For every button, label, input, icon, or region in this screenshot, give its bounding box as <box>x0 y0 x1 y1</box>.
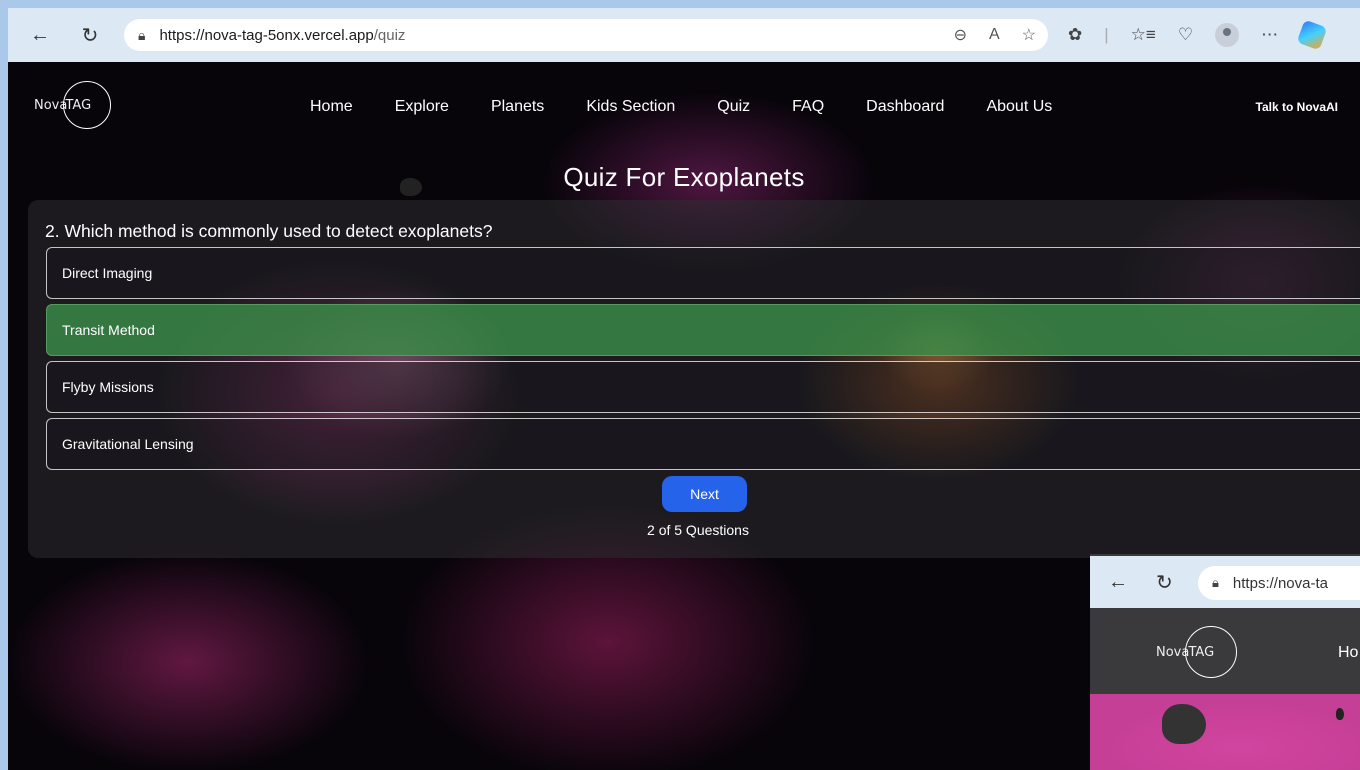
nav-dashboard[interactable]: Dashboard <box>866 98 944 116</box>
extensions-icon[interactable]: ✿ <box>1068 25 1082 45</box>
nested-screenshot-overlay: ← ↻ 🔒︎ https://nova-ta Nova TAG Ho <box>1090 554 1360 770</box>
nav-links: Home Explore Planets Kids Section Quiz F… <box>310 98 1094 116</box>
nested-logo-circle: TAG <box>1185 626 1238 678</box>
question-progress: 2 of 5 Questions <box>647 522 749 538</box>
nested-nav-fragment: Ho <box>1338 644 1359 661</box>
url-path: /quiz <box>373 26 406 44</box>
nested-address-bar: 🔒︎ https://nova-ta <box>1198 566 1360 600</box>
logo-text-nova: Nova <box>34 97 68 113</box>
answer-option[interactable]: Gravitational Lensing <box>46 418 1360 470</box>
back-arrow-icon[interactable]: ← <box>22 17 58 53</box>
answer-option[interactable]: Direct Imaging <box>46 247 1360 299</box>
nested-asteroid-small <box>1336 708 1344 720</box>
favorite-star-icon[interactable]: ☆ <box>1022 25 1036 45</box>
address-bar[interactable]: 🔒︎ https://nova-tag-5onx.vercel.app/quiz… <box>124 19 1048 51</box>
nav-quiz[interactable]: Quiz <box>717 98 750 116</box>
nav-about-us[interactable]: About Us <box>986 98 1052 116</box>
profile-icon[interactable] <box>1215 23 1240 47</box>
logo-text-tag: TAG <box>65 97 92 113</box>
read-aloud-icon[interactable]: A⁩ <box>989 26 1000 44</box>
lock-icon[interactable]: 🔒︎ <box>138 27 145 44</box>
nav-kids-section[interactable]: Kids Section <box>586 98 675 116</box>
nested-logo: Nova TAG <box>1156 626 1238 678</box>
favorites-icon[interactable]: ☆≡ <box>1131 25 1156 45</box>
refresh-icon[interactable]: ↻ <box>72 17 108 53</box>
nested-lock-icon: 🔒︎ <box>1212 575 1219 590</box>
nav-faq[interactable]: FAQ <box>792 98 824 116</box>
question-text: 2. Which method is commonly used to dete… <box>45 221 493 241</box>
quiz-card: 2. Which method is commonly used to dete… <box>28 200 1360 558</box>
nav-home[interactable]: Home <box>310 98 353 116</box>
browser-essentials-icon[interactable]: ♡ <box>1178 25 1193 45</box>
nested-refresh-icon: ↻ <box>1156 571 1173 594</box>
toolbar-divider: | <box>1104 25 1109 44</box>
answer-option-selected[interactable]: Transit Method <box>46 304 1360 356</box>
quiz-page: Nova TAG Home Explore Planets Kids Secti… <box>8 62 1360 770</box>
nested-url: https://nova-ta <box>1232 574 1328 592</box>
talk-to-novaai-button[interactable]: Talk to NovaAI <box>1256 100 1338 114</box>
more-icon[interactable]: ⋯ <box>1261 25 1278 45</box>
nav-planets[interactable]: Planets <box>491 98 544 116</box>
zoom-out-icon[interactable]: ⊖ <box>954 25 967 45</box>
site-logo[interactable]: Nova TAG <box>34 80 112 130</box>
url-host: https://nova-tag-5onx.vercel.app <box>159 26 374 44</box>
quiz-title: Quiz For Exoplanets <box>563 162 805 192</box>
copilot-icon[interactable] <box>1296 19 1328 51</box>
nav-explore[interactable]: Explore <box>395 98 449 116</box>
nested-page: Nova TAG Ho <box>1090 608 1360 770</box>
browser-window: ← ↻ 🔒︎ https://nova-tag-5onx.vercel.app /… <box>8 8 1360 770</box>
nested-logo-nova: Nova <box>1156 644 1190 660</box>
nested-back-arrow-icon: ← <box>1108 570 1128 593</box>
nested-asteroid <box>1162 704 1206 744</box>
site-navbar: Nova TAG Home Explore Planets Kids Secti… <box>8 62 1360 146</box>
browser-toolbar: ← ↻ 🔒︎ https://nova-tag-5onx.vercel.app /… <box>8 8 1360 62</box>
next-button[interactable]: Next <box>662 476 747 512</box>
nested-logo-tag: TAG <box>1188 644 1215 660</box>
answer-option[interactable]: Flyby Missions <box>46 361 1360 413</box>
nested-toolbar: ← ↻ 🔒︎ https://nova-ta <box>1090 556 1360 608</box>
logo-circle: TAG <box>63 81 112 129</box>
